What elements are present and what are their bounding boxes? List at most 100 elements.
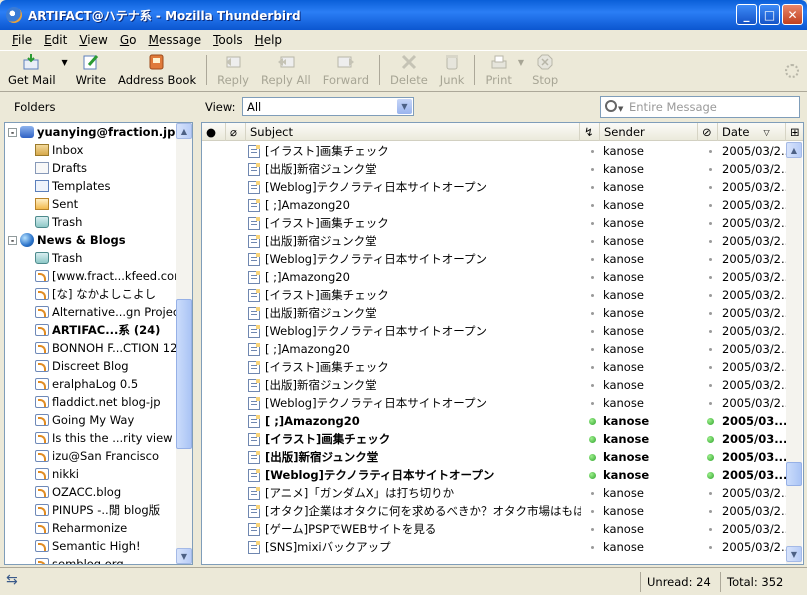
read-status-cell[interactable] [586, 376, 598, 394]
folder-item[interactable]: fladdict.net blog-jp [5, 393, 177, 411]
search-input[interactable]: ▼ Entire Message [600, 96, 800, 118]
junk-status-cell[interactable] [704, 304, 716, 322]
reply-all-button[interactable]: Reply All [255, 51, 317, 91]
read-status-cell[interactable] [586, 412, 598, 430]
message-row[interactable]: [オタク]企業はオタクに何を求めるべきか？オタク市場はもはやニッチ... kano… [202, 502, 786, 520]
read-status-cell[interactable] [586, 214, 598, 232]
junk-status-cell[interactable] [704, 286, 716, 304]
message-row[interactable]: [Weblog]テクノラティ日本サイトオープン kanose 2005/03/2..… [202, 394, 786, 412]
message-row[interactable]: [出版]新宿ジュンク堂 kanose 2005/03/2... [202, 232, 786, 250]
message-row[interactable]: [ ;]Amazong20 kanose 2005/03/2... [202, 196, 786, 214]
read-status-cell[interactable] [586, 430, 598, 448]
junk-status-cell[interactable] [704, 448, 716, 466]
junk-status-cell[interactable] [704, 178, 716, 196]
scroll-down-button[interactable]: ▼ [176, 548, 192, 564]
junk-status-cell[interactable] [704, 322, 716, 340]
read-status-cell[interactable] [586, 196, 598, 214]
search-dropdown-icon[interactable]: ▼ [618, 105, 623, 113]
folder-item[interactable]: Going My Way [5, 411, 177, 429]
message-row[interactable]: [出版]新宿ジュンク堂 kanose 2005/03... [202, 448, 786, 466]
menu-edit[interactable]: Edit [38, 33, 73, 47]
folder-item[interactable]: Trash [5, 249, 177, 267]
thread-column-icon[interactable]: ● [202, 123, 226, 141]
message-row[interactable]: [イラスト]画集チェック kanose 2005/03... [202, 430, 786, 448]
folder-item[interactable]: OZACC.blog [5, 483, 177, 501]
collapse-toggle-icon[interactable]: - [8, 235, 17, 245]
scroll-thumb[interactable] [176, 299, 192, 449]
read-status-cell[interactable] [586, 142, 598, 160]
message-row[interactable]: [Weblog]テクノラティ日本サイトオープン kanose 2005/03/2..… [202, 250, 786, 268]
message-row[interactable]: [イラスト]画集チェック kanose 2005/03/2... [202, 214, 786, 232]
junk-status-cell[interactable] [704, 358, 716, 376]
message-row[interactable]: [ゲーム]PSPでWEBサイトを見る kanose 2005/03/2... [202, 520, 786, 538]
read-status-cell[interactable] [586, 466, 598, 484]
read-status-cell[interactable] [586, 304, 598, 322]
folder-scrollbar[interactable]: ▲ ▼ [176, 123, 192, 564]
folder-pane[interactable]: - yuanying@fraction.jp Inbox Drafts Template… [4, 122, 193, 565]
menu-go[interactable]: Go [114, 33, 143, 47]
read-status-cell[interactable] [586, 502, 598, 520]
folder-item[interactable]: izu@San Francisco [5, 447, 177, 465]
read-column-icon[interactable]: ↯ [580, 123, 600, 141]
junk-status-cell[interactable] [704, 520, 716, 538]
junk-status-cell[interactable] [704, 142, 716, 160]
read-status-cell[interactable] [586, 340, 598, 358]
write-button[interactable]: Write [70, 51, 112, 91]
junk-status-cell[interactable] [704, 394, 716, 412]
folder-item[interactable]: Discreet Blog [5, 357, 177, 375]
message-row[interactable]: [ ;]Amazong20 kanose 2005/03/2... [202, 340, 786, 358]
scroll-up-button[interactable]: ▲ [786, 142, 802, 158]
folder-item[interactable]: Alternative...gn Project [5, 303, 184, 321]
folder-item[interactable]: - yuanying@fraction.jp [5, 123, 177, 141]
folder-item[interactable]: ARTIFAC...系 (24) [5, 321, 177, 339]
read-status-cell[interactable] [586, 358, 598, 376]
column-picker-icon[interactable]: ⊞ [786, 123, 803, 141]
close-button[interactable]: ✕ [782, 4, 803, 25]
junk-status-cell[interactable] [704, 502, 716, 520]
junk-status-cell[interactable] [704, 214, 716, 232]
online-status-icon[interactable]: ⇆ [6, 572, 18, 588]
address-book-button[interactable]: Address Book [112, 51, 202, 91]
message-row[interactable]: [イラスト]画集チェック kanose 2005/03/2... [202, 286, 786, 304]
read-status-cell[interactable] [586, 178, 598, 196]
read-status-cell[interactable] [586, 520, 598, 538]
junk-status-cell[interactable] [704, 196, 716, 214]
reply-button[interactable]: Reply [211, 51, 255, 91]
junk-status-cell[interactable] [704, 340, 716, 358]
get-mail-button[interactable]: Get Mail [2, 51, 62, 91]
read-status-cell[interactable] [586, 268, 598, 286]
read-status-cell[interactable] [586, 484, 598, 502]
view-select[interactable]: All ▼ [242, 97, 414, 116]
print-dropdown[interactable]: ▼ [518, 51, 526, 91]
junk-column-icon[interactable]: ⊘ [698, 123, 718, 141]
folder-item[interactable]: [な] なかよしこよし [5, 285, 177, 303]
forward-button[interactable]: Forward [317, 51, 375, 91]
folder-item[interactable]: Sent [5, 195, 177, 213]
folder-item[interactable]: PINUPS -..閒 blog版 [5, 501, 177, 519]
message-row[interactable]: [イラスト]画集チェック kanose 2005/03/2... [202, 358, 786, 376]
message-row[interactable]: [ ;]Amazong20 kanose 2005/03/2... [202, 268, 786, 286]
message-row[interactable]: [Weblog]テクノラティ日本サイトオープン kanose 2005/03... [202, 466, 786, 484]
search-icon[interactable] [605, 100, 617, 112]
folder-item[interactable]: Templates [5, 177, 177, 195]
read-status-cell[interactable] [586, 448, 598, 466]
delete-button[interactable]: Delete [384, 51, 434, 91]
message-row[interactable]: [SNS]mixiバックアップ kanose 2005/03/2... [202, 538, 786, 556]
junk-status-cell[interactable] [704, 430, 716, 448]
attachment-column-icon[interactable]: ⌀ [226, 123, 246, 141]
read-status-cell[interactable] [586, 538, 598, 556]
folder-item[interactable]: eralphaLog 0.5 [5, 375, 177, 393]
message-row[interactable]: [ ;]Amazong20 kanose 2005/03... [202, 412, 786, 430]
folder-item[interactable]: Inbox [5, 141, 177, 159]
folder-item[interactable]: - News & Blogs [5, 231, 177, 249]
folder-item[interactable]: Is this the ...rity view ? [5, 429, 182, 447]
scroll-down-button[interactable]: ▼ [786, 546, 802, 562]
menu-view[interactable]: View [73, 33, 113, 47]
scroll-up-button[interactable]: ▲ [176, 123, 192, 139]
message-row[interactable]: [アニメ]「ガンダムX」は打ち切りか kanose 2005/03/2... [202, 484, 786, 502]
junk-status-cell[interactable] [704, 538, 716, 556]
maximize-button[interactable]: □ [759, 4, 780, 25]
minimize-button[interactable]: _ [736, 4, 757, 25]
junk-button[interactable]: Junk [434, 51, 471, 91]
subject-column-header[interactable]: Subject [246, 123, 580, 141]
